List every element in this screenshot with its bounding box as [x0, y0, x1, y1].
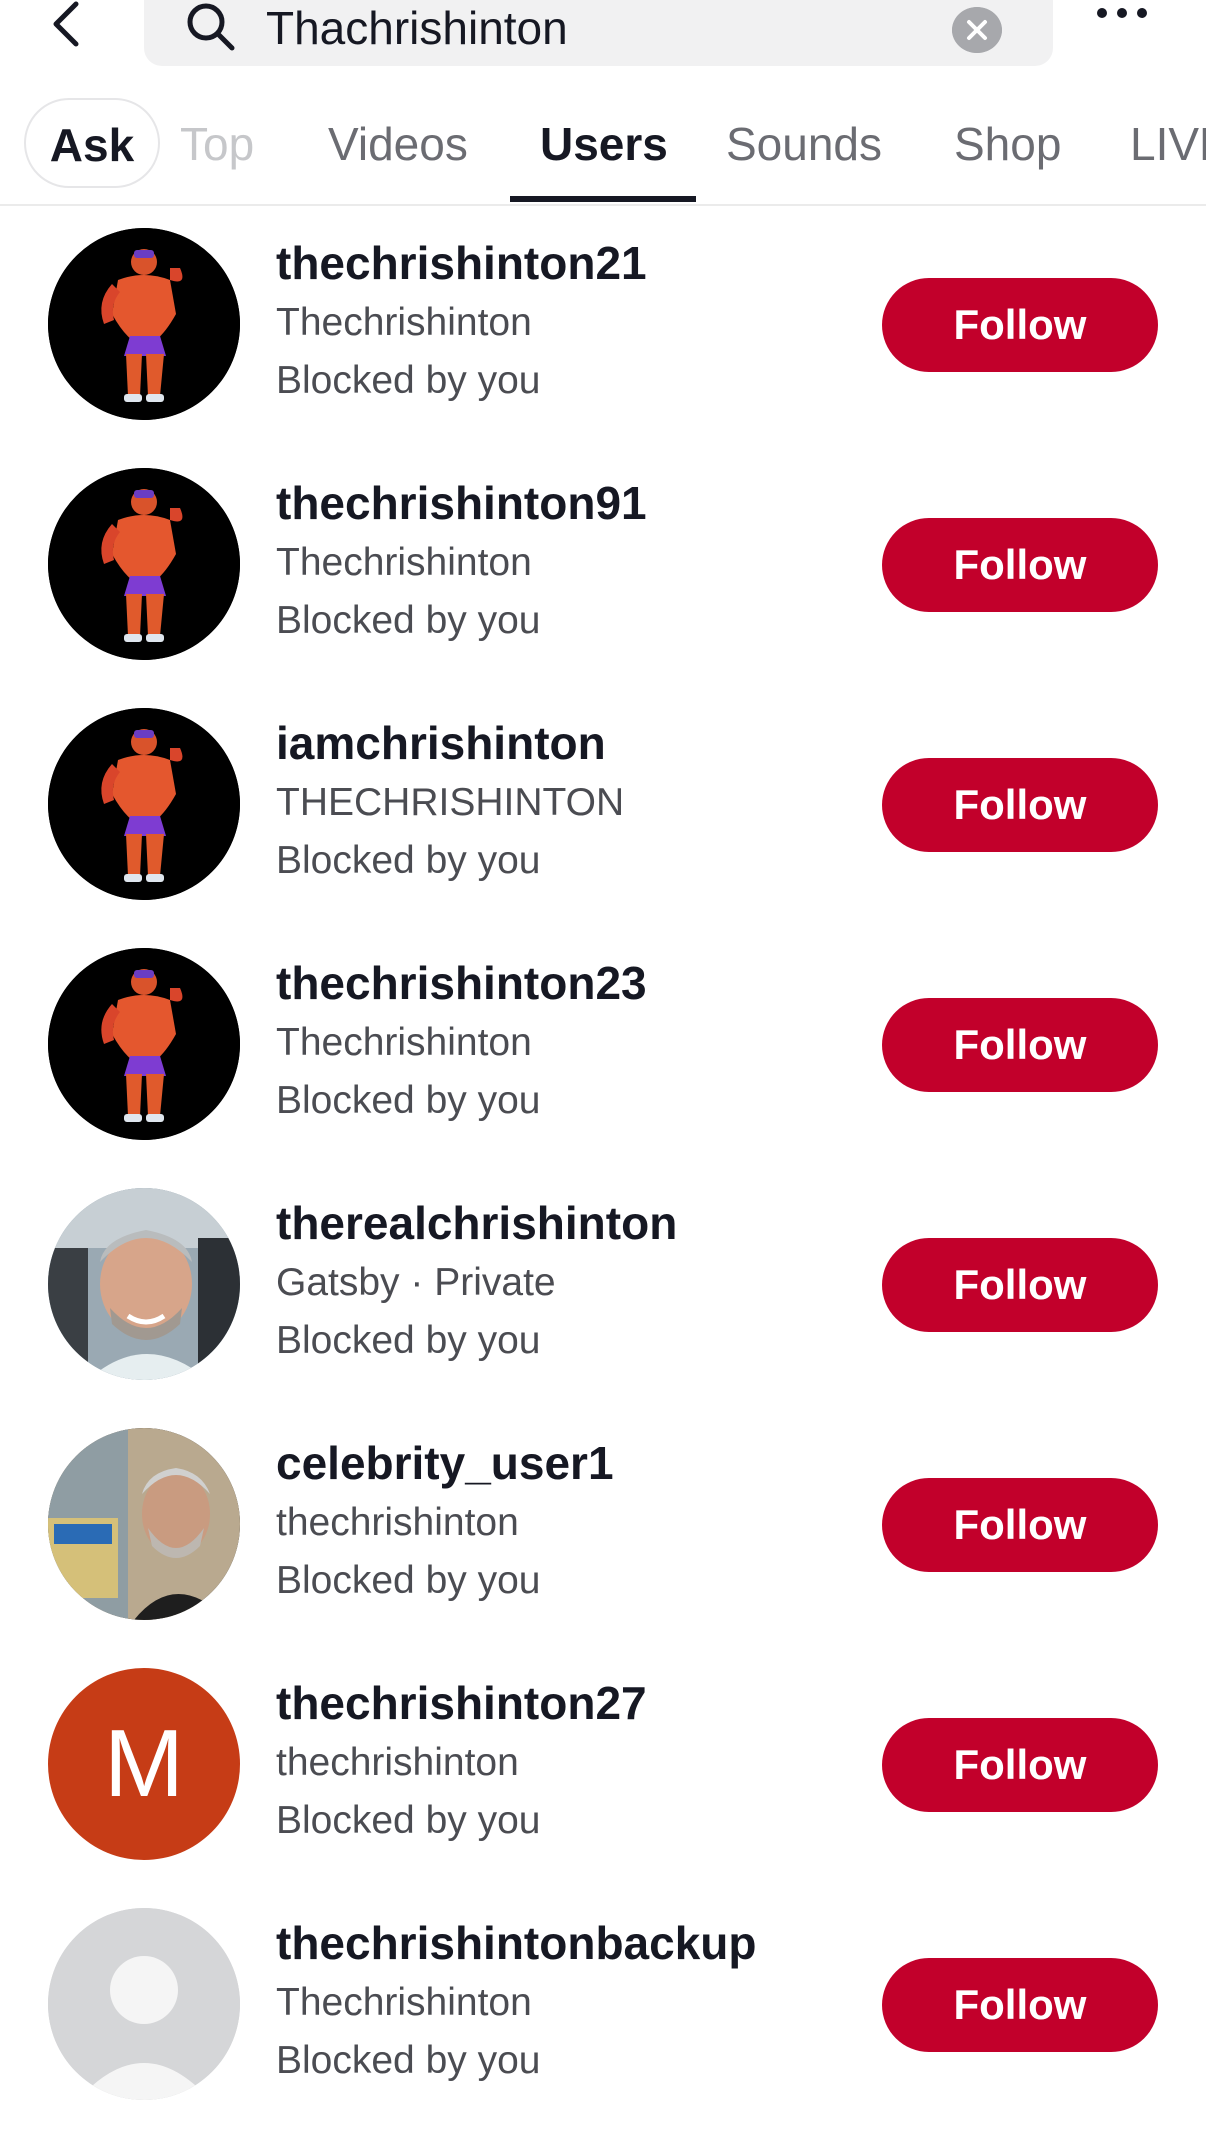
user-row[interactable]: M thechrishinton27 thechrishinton Blocke… [0, 1646, 1206, 1886]
photo-man-car-icon[interactable] [48, 1188, 240, 1380]
user-row[interactable]: thechrishinton21 Thechrishinton Blocked … [0, 206, 1206, 446]
follow-button[interactable]: Follow [882, 1958, 1158, 2052]
user-row[interactable]: thechrishinton23 Thechrishinton Blocked … [0, 926, 1206, 1166]
nickname: thechrishinton [276, 1741, 519, 1784]
follow-button[interactable]: Follow [882, 1718, 1158, 1812]
nickname: thechrishinton [276, 1501, 519, 1544]
blocked-status: Blocked by you [276, 1079, 541, 1122]
search-input[interactable]: Thachrishinton [144, 0, 1053, 66]
back-arrow-icon[interactable] [44, 0, 94, 54]
username: iamchrishinton [276, 717, 606, 769]
follow-button[interactable]: Follow [882, 758, 1158, 852]
username: celebrity_user1 [276, 1437, 614, 1489]
tab-live[interactable]: LIVE [1130, 92, 1206, 204]
clear-search-icon[interactable] [952, 7, 1002, 53]
tab-videos[interactable]: Videos [328, 92, 468, 204]
user-row[interactable]: celebrity_user1 thechrishinton Blocked b… [0, 1406, 1206, 1646]
username: thechrishinton21 [276, 237, 647, 289]
username: thechrishinton23 [276, 957, 647, 1009]
user-row[interactable]: thechrishinton91 Thechrishinton Blocked … [0, 446, 1206, 686]
follow-button[interactable]: Follow [882, 1238, 1158, 1332]
username: thechrishinton27 [276, 1677, 647, 1729]
default-avatar-icon[interactable] [48, 1908, 240, 2100]
tab-shop[interactable]: Shop [954, 92, 1061, 204]
bodybuilder-icon[interactable] [48, 468, 240, 660]
blocked-status: Blocked by you [276, 1559, 541, 1602]
tab-top[interactable]: Top [180, 92, 254, 204]
tab-users[interactable]: Users [540, 92, 668, 204]
tab-sounds[interactable]: Sounds [726, 92, 882, 204]
user-row[interactable]: thechrishintonbackup Thechrishinton Bloc… [0, 1886, 1206, 2126]
nickname: Thechrishinton [276, 541, 532, 584]
follow-button[interactable]: Follow [882, 278, 1158, 372]
search-tabs: Ask Top Videos Users Sounds Shop LIVE [0, 92, 1206, 206]
bodybuilder-icon[interactable] [48, 708, 240, 900]
more-options-icon[interactable] [1092, 0, 1156, 36]
username: thechrishinton91 [276, 477, 647, 529]
follow-button[interactable]: Follow [882, 518, 1158, 612]
nickname: Thechrishinton [276, 301, 532, 344]
nickname: Thechrishinton [276, 1021, 532, 1064]
photo-man-outdoor-icon[interactable] [48, 1428, 240, 1620]
follow-button[interactable]: Follow [882, 1478, 1158, 1572]
blocked-status: Blocked by you [276, 1319, 541, 1362]
nickname: THECHRISHINTON [276, 781, 625, 824]
blocked-status: Blocked by you [276, 359, 541, 402]
bodybuilder-icon[interactable] [48, 228, 240, 420]
active-tab-indicator [510, 196, 696, 202]
follow-button[interactable]: Follow [882, 998, 1158, 1092]
user-row[interactable]: therealchrishinton Gatsby · Private Bloc… [0, 1166, 1206, 1406]
blocked-status: Blocked by you [276, 599, 541, 642]
blocked-status: Blocked by you [276, 1799, 541, 1842]
tab-ask[interactable]: Ask [24, 98, 160, 188]
bodybuilder-icon[interactable] [48, 948, 240, 1140]
search-query-text: Thachrishinton [266, 2, 568, 54]
nickname: Thechrishinton [276, 1981, 532, 2024]
avatar-letter: M [104, 1710, 184, 1817]
search-icon [187, 3, 235, 51]
top-bar: Thachrishinton [0, 0, 1206, 70]
letter-avatar[interactable]: M [48, 1668, 240, 1860]
user-row[interactable]: iamchrishinton THECHRISHINTON Blocked by… [0, 686, 1206, 926]
nickname: Gatsby · Private [276, 1261, 556, 1304]
blocked-status: Blocked by you [276, 2039, 541, 2082]
username: therealchrishinton [276, 1197, 678, 1249]
username: thechrishintonbackup [276, 1917, 757, 1969]
blocked-status: Blocked by you [276, 839, 541, 882]
